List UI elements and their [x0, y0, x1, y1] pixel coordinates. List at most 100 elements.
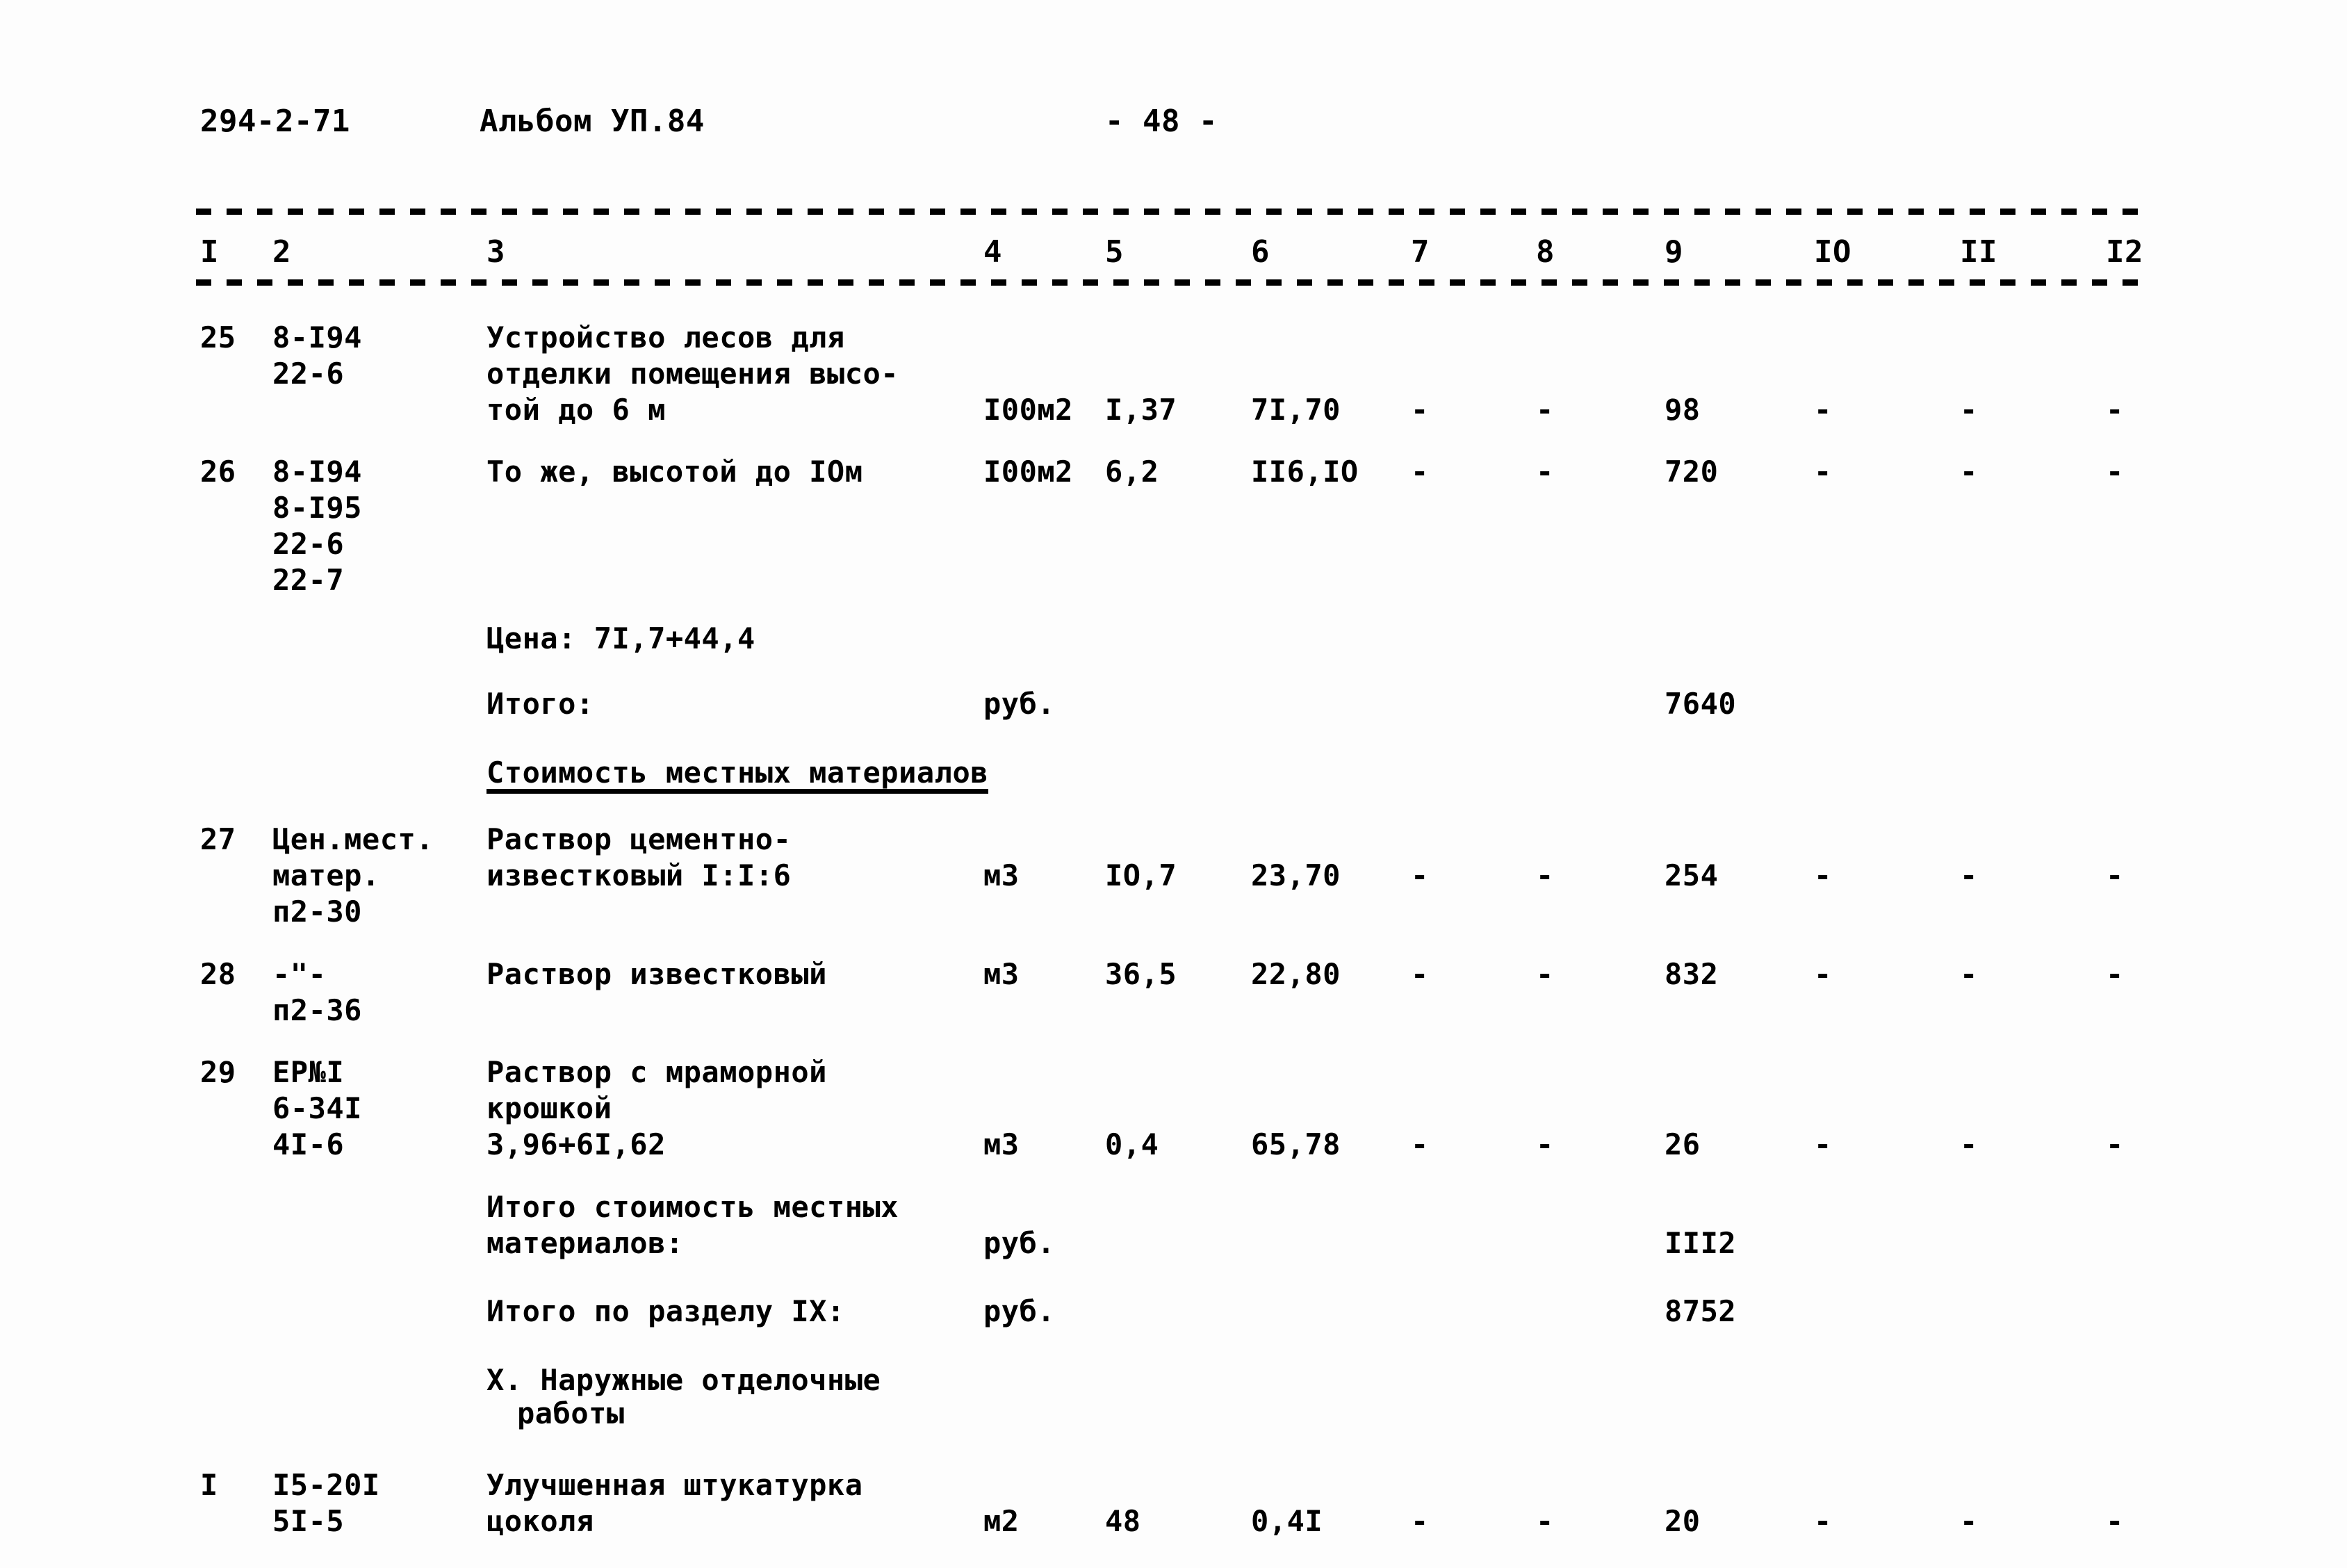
row-code-line: 22-7: [272, 563, 345, 598]
row-description-line: крошкой: [486, 1091, 612, 1126]
scan-surface: 294-2-71 Альбом УП.84 - 48 - I 2 3 4 5 6 7 8 9 IO…: [0, 0, 2347, 1568]
row-code-line: п2-36: [272, 993, 362, 1027]
total-value: 7640: [1665, 687, 1737, 721]
row-code-line: I5-20I: [272, 1468, 380, 1502]
row-quantity: IO,7: [1105, 858, 1177, 893]
row-col8: -: [1536, 1504, 1554, 1538]
total-label-line: Итого:: [486, 687, 594, 721]
chapter-heading-line: X. Наружные отделочные: [486, 1363, 881, 1398]
row-col7: -: [1411, 1127, 1429, 1162]
row-description-line: отделки помещения высо-: [486, 357, 899, 391]
row-col8: -: [1536, 393, 1554, 427]
row-total: 98: [1665, 393, 1701, 427]
row-code-line: 6-34I: [272, 1091, 362, 1126]
row-unit-price: 65,78: [1251, 1127, 1341, 1162]
row-col10: -: [1814, 858, 1832, 893]
row-quantity: I,37: [1105, 393, 1177, 427]
row-code-line: п2-30: [272, 895, 362, 929]
row-col11: -: [1960, 1504, 1978, 1538]
table-header-rule: [196, 279, 2145, 286]
page-number: - 48 -: [1105, 104, 1218, 139]
row-col10: -: [1814, 393, 1832, 427]
row-description-line: той до 6 м: [486, 393, 666, 427]
row-col8: -: [1536, 1127, 1554, 1162]
row-col11: -: [1960, 1127, 1978, 1162]
document-page: 294-2-71 Альбом УП.84 - 48 - I 2 3 4 5 6 7 8 9 IO…: [0, 0, 2347, 1568]
row-col8: -: [1536, 455, 1554, 489]
row-total: 720: [1665, 455, 1719, 489]
row-col7: -: [1411, 455, 1429, 489]
row-col10: -: [1814, 455, 1832, 489]
row-description-line: Раствор известковый: [486, 956, 827, 991]
row-col10: -: [1814, 956, 1832, 991]
column-number-1: I: [200, 234, 219, 270]
total-label-line: Итого стоимость местных: [486, 1189, 899, 1224]
row-quantity: 6,2: [1105, 455, 1159, 489]
row-unit-price: 0,4I: [1251, 1504, 1323, 1538]
row-code-line: 8-I94: [272, 455, 362, 489]
total-unit: руб.: [983, 1294, 1056, 1329]
row-number: 25: [200, 320, 236, 354]
row-unit: I00м2: [983, 455, 1073, 489]
row-total: 20: [1665, 1504, 1701, 1538]
row-total: 254: [1665, 858, 1719, 893]
row-col7: -: [1411, 956, 1429, 991]
row-total: 26: [1665, 1127, 1701, 1162]
row-total: 832: [1665, 956, 1719, 991]
row-code-line: матер.: [272, 858, 380, 893]
total-label-line: Итого по разделу IX:: [486, 1294, 845, 1329]
row-col12: -: [2106, 858, 2124, 893]
chapter-heading-line: работы: [517, 1396, 625, 1431]
row-number: I: [200, 1468, 218, 1502]
total-value: III2: [1665, 1225, 1737, 1260]
row-col12: -: [2106, 1504, 2124, 1538]
row-number: 26: [200, 455, 236, 489]
row-code-line: 22-6: [272, 357, 345, 391]
row-code-line: 4I-6: [272, 1127, 345, 1162]
row-unit: м3: [983, 1127, 1020, 1162]
row-code-line: 22-6: [272, 527, 345, 562]
row-code-line: -"-: [272, 956, 327, 991]
row-description-line: Улучшенная штукатурка: [486, 1468, 863, 1502]
row-col11: -: [1960, 393, 1978, 427]
row-description-line: известковый I:I:6: [486, 858, 792, 893]
column-number-3: 3: [486, 234, 505, 270]
row-description-line: 3,96+6I,62: [486, 1127, 666, 1162]
column-number-12: I2: [2106, 234, 2143, 270]
row-unit: м2: [983, 1504, 1020, 1538]
row-unit-price: 7I,70: [1251, 393, 1341, 427]
document-code: 294-2-71: [200, 104, 350, 139]
row-col7: -: [1411, 858, 1429, 893]
album-label: Альбом УП.84: [480, 104, 705, 139]
row-unit: I00м2: [983, 393, 1073, 427]
row-unit-price: 23,70: [1251, 858, 1341, 893]
document-body: 294-2-71 Альбом УП.84 - 48 - I 2 3 4 5 6 7 8 9 IO…: [0, 0, 2347, 1568]
row-col11: -: [1960, 858, 1978, 893]
row-code-line: Цен.мест.: [272, 822, 434, 857]
row-code-line: 8-I94: [272, 320, 362, 354]
total-unit: руб.: [983, 1225, 1056, 1260]
total-label-line: материалов:: [486, 1225, 684, 1260]
row-col7: -: [1411, 1504, 1429, 1538]
row-description-line: Раствор с мраморной: [486, 1055, 827, 1090]
column-number-7: 7: [1411, 234, 1430, 270]
row-number: 27: [200, 822, 236, 857]
row-description-line: цоколя: [486, 1504, 594, 1538]
row-col7: -: [1411, 393, 1429, 427]
row-quantity: 0,4: [1105, 1127, 1159, 1162]
row-quantity: 48: [1105, 1504, 1141, 1538]
column-number-9: 9: [1665, 234, 1683, 270]
row-unit: м3: [983, 956, 1020, 991]
column-number-4: 4: [983, 234, 1002, 270]
row-col12: -: [2106, 956, 2124, 991]
row-description-line: Устройство лесов для: [486, 320, 845, 354]
row-description-line: То же, высотой до IOм: [486, 455, 863, 489]
row-col12: -: [2106, 455, 2124, 489]
column-number-6: 6: [1251, 234, 1270, 270]
row-quantity: 36,5: [1105, 956, 1177, 991]
row-col11: -: [1960, 956, 1978, 991]
row-unit-price: II6,IO: [1251, 455, 1359, 489]
row-col10: -: [1814, 1127, 1832, 1162]
total-unit: руб.: [983, 687, 1056, 721]
row-unit: м3: [983, 858, 1020, 893]
